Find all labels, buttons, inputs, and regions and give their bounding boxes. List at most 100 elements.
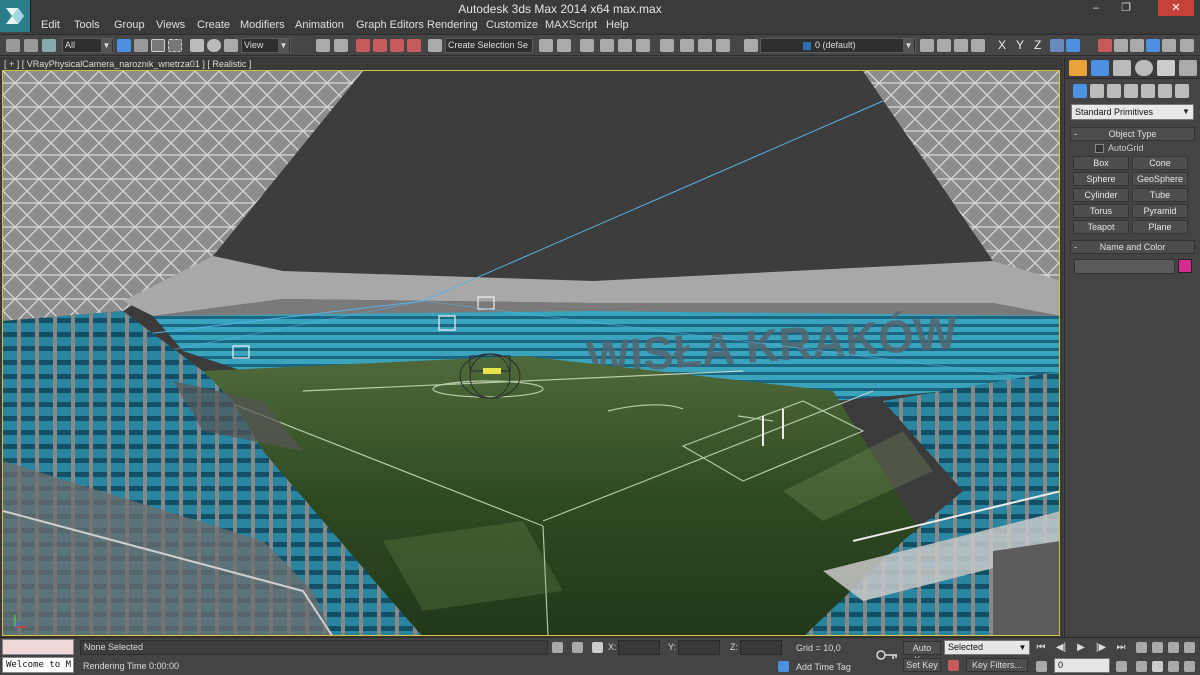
z-coord-field[interactable]: [740, 640, 782, 655]
teapot-button[interactable]: Teapot: [1073, 220, 1129, 234]
time-tag-icon[interactable]: [778, 661, 789, 672]
menu-customize[interactable]: Customize: [486, 19, 538, 31]
select-in-layer-icon[interactable]: [971, 39, 985, 52]
layer-settings-icon[interactable]: [920, 39, 934, 52]
helpers-icon[interactable]: [1141, 84, 1155, 98]
space-warps-icon[interactable]: [1158, 84, 1172, 98]
viewport-label[interactable]: [ + ] [ VRayPhysicalCamera_naroznik_wnet…: [4, 59, 251, 69]
menu-graph-editors[interactable]: Graph Editors: [356, 19, 424, 31]
maxscript-mini-listener[interactable]: Welcome to M: [2, 657, 74, 673]
object-color-swatch[interactable]: [1178, 259, 1192, 273]
name-and-color-rollout[interactable]: - Name and Color: [1070, 240, 1195, 254]
orbit-icon[interactable]: [1168, 661, 1179, 672]
absolute-mode-icon[interactable]: [592, 642, 603, 653]
layer-dropdown[interactable]: 0 (default) ▼: [760, 38, 916, 53]
rotate-icon[interactable]: [207, 39, 221, 52]
restore-button[interactable]: ❐: [1112, 0, 1140, 16]
percent-snap-icon[interactable]: [390, 39, 404, 52]
cameras-icon[interactable]: [1124, 84, 1138, 98]
zoom-extents-all-icon[interactable]: [1184, 642, 1195, 653]
spinner-snap-icon[interactable]: [407, 39, 421, 52]
zoom-extents-icon[interactable]: [1168, 642, 1179, 653]
geosphere-button[interactable]: GeoSphere: [1132, 172, 1188, 186]
display-tab-icon[interactable]: [1157, 60, 1175, 76]
spinner-snap-2-icon[interactable]: [1146, 39, 1160, 52]
close-button[interactable]: ✕: [1158, 0, 1194, 16]
curve-editor-icon[interactable]: [618, 39, 632, 52]
axis-x-constraint[interactable]: X: [998, 38, 1006, 52]
rectangular-selection-icon[interactable]: [151, 39, 165, 52]
percent-snap-2-icon[interactable]: [1130, 39, 1144, 52]
field-of-view-icon[interactable]: [1136, 661, 1147, 672]
select-object-icon[interactable]: [117, 39, 131, 52]
next-frame-icon[interactable]: |▶: [1094, 641, 1108, 654]
menu-edit[interactable]: Edit: [41, 19, 60, 31]
go-to-end-icon[interactable]: ⏭: [1114, 641, 1128, 654]
isolate-icon[interactable]: [1162, 39, 1176, 52]
align-icon[interactable]: [557, 39, 571, 52]
key-mode-toggle-icon[interactable]: [1036, 661, 1047, 672]
window-crossing-2-icon[interactable]: [1180, 39, 1194, 52]
axis-y-constraint[interactable]: Y: [1016, 38, 1024, 52]
time-configuration-icon[interactable]: [1116, 661, 1127, 672]
named-selection-field[interactable]: Create Selection Se: [445, 38, 533, 53]
scale-icon[interactable]: [224, 39, 238, 52]
primitive-category-dropdown[interactable]: Standard Primitives ▼: [1071, 104, 1194, 120]
material-editor-icon[interactable]: [660, 39, 674, 52]
cylinder-button[interactable]: Cylinder: [1073, 188, 1129, 202]
snap-toggle-2-icon[interactable]: [1098, 39, 1112, 52]
lock-icon[interactable]: [572, 642, 583, 653]
box-button[interactable]: Box: [1073, 156, 1129, 170]
hierarchy-tab-icon[interactable]: [1113, 60, 1131, 76]
mirror-icon[interactable]: [539, 39, 553, 52]
axis-z-constraint[interactable]: Z: [1034, 38, 1041, 52]
menu-help[interactable]: Help: [606, 19, 629, 31]
motion-tab-icon[interactable]: [1135, 60, 1153, 76]
minimize-button[interactable]: –: [1082, 0, 1110, 16]
menu-maxscript[interactable]: MAXScript: [545, 19, 597, 31]
torus-button[interactable]: Torus: [1073, 204, 1129, 218]
edit-named-selection-icon[interactable]: [428, 39, 442, 52]
object-type-rollout[interactable]: - Object Type: [1070, 127, 1195, 141]
angle-snap-icon[interactable]: [373, 39, 387, 52]
menu-tools[interactable]: Tools: [74, 19, 100, 31]
maximize-viewport-icon[interactable]: [1184, 661, 1195, 672]
3ds-max-logo-icon[interactable]: [0, 0, 31, 32]
snaps-toggle-icon[interactable]: [356, 39, 370, 52]
shapes-icon[interactable]: [1090, 84, 1104, 98]
selection-filter-dropdown[interactable]: All ▼: [62, 38, 114, 53]
previous-frame-icon[interactable]: ◀|: [1054, 641, 1068, 654]
systems-icon[interactable]: [1175, 84, 1189, 98]
select-manipulate-icon[interactable]: [334, 39, 348, 52]
object-name-field[interactable]: [1074, 259, 1175, 274]
xy-plane-icon[interactable]: [1050, 39, 1064, 52]
link-icon[interactable]: [6, 39, 20, 52]
add-to-layer-icon[interactable]: [954, 39, 968, 52]
create-layer-icon[interactable]: [937, 39, 951, 52]
go-to-start-icon[interactable]: ⏮: [1034, 641, 1048, 654]
move-icon[interactable]: [190, 39, 204, 52]
set-key-button[interactable]: Set Key: [903, 658, 941, 672]
autogrid-checkbox[interactable]: AutoGrid: [1095, 143, 1144, 154]
rendered-frame-window-icon[interactable]: [698, 39, 712, 52]
pan-hand-icon[interactable]: [1152, 661, 1163, 672]
menu-modifiers[interactable]: Modifiers: [240, 19, 285, 31]
default-in-out-tangents-icon[interactable]: [948, 660, 959, 671]
xy-plane-active-icon[interactable]: [1066, 39, 1080, 52]
menu-views[interactable]: Views: [156, 19, 185, 31]
camera-viewport[interactable]: WISŁA KRAKÓW: [2, 70, 1060, 636]
key-filters-button[interactable]: Key Filters...: [966, 658, 1028, 672]
pyramid-button[interactable]: Pyramid: [1132, 204, 1188, 218]
graphite-ribbon-icon[interactable]: [600, 39, 614, 52]
pivot-center-icon[interactable]: [316, 39, 330, 52]
render-production-icon[interactable]: [716, 39, 730, 52]
angle-snap-2-icon[interactable]: [1114, 39, 1128, 52]
key-icon[interactable]: [876, 649, 898, 661]
modify-tab-icon[interactable]: [1091, 60, 1109, 76]
auto-key-button[interactable]: Auto Key: [903, 641, 941, 665]
zoom-icon[interactable]: [1136, 642, 1147, 653]
selection-lock-icon[interactable]: [552, 642, 563, 653]
x-coord-field[interactable]: [618, 640, 660, 655]
tube-button[interactable]: Tube: [1132, 188, 1188, 202]
menu-create[interactable]: Create: [197, 19, 230, 31]
